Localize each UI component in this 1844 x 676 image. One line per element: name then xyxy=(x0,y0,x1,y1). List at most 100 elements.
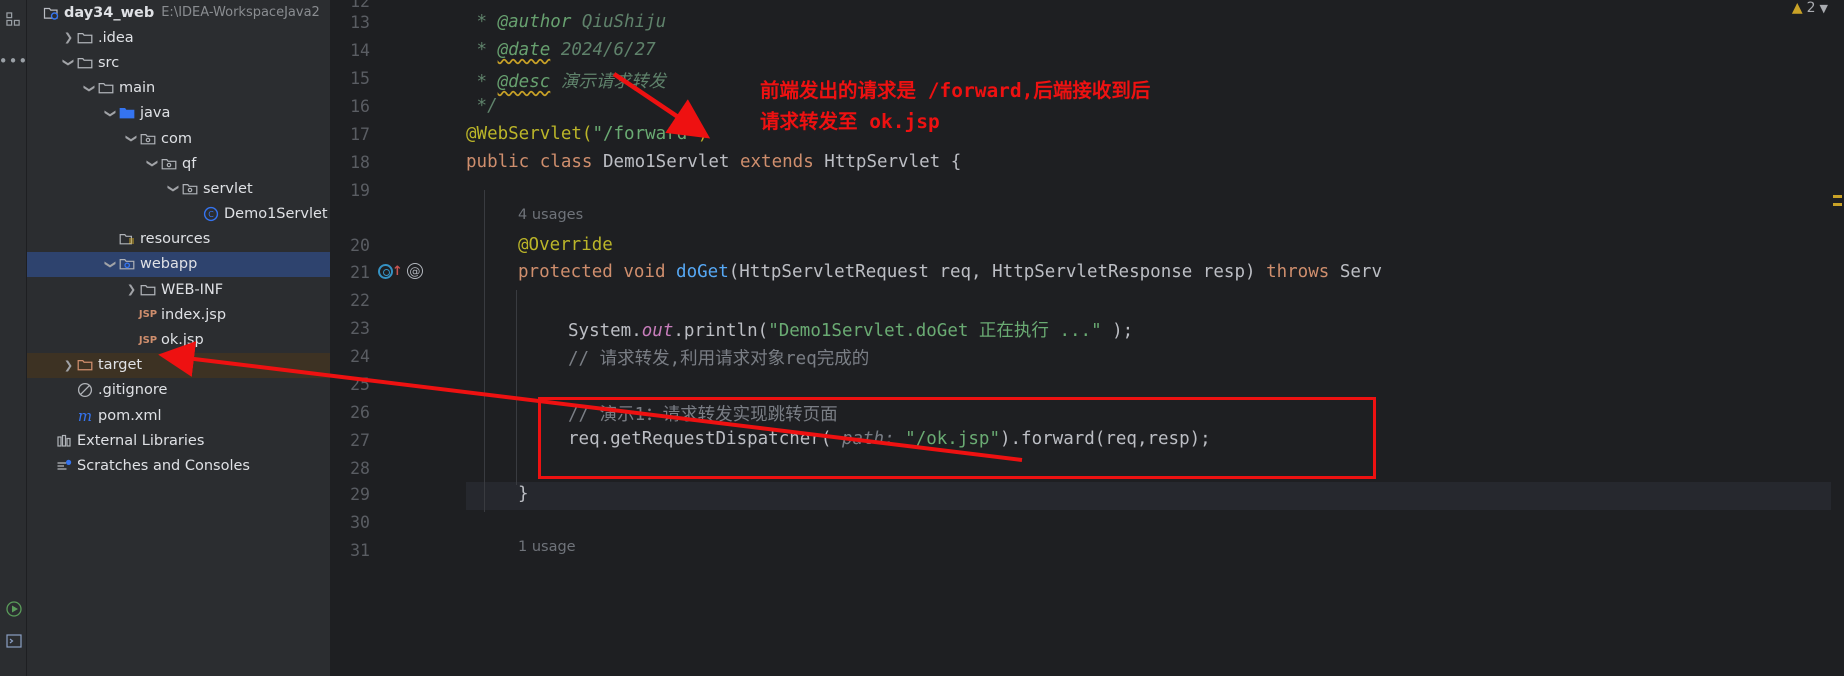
code-content[interactable]: * @author QiuShiju * @date 2024/6/27 * @… xyxy=(466,0,1844,676)
chevron-down-icon[interactable]: ❯ xyxy=(146,157,159,170)
tree-item-label: WEB-INF xyxy=(161,281,224,298)
gutter-icons-line-21[interactable]: ↑ @ xyxy=(378,263,423,279)
package-icon xyxy=(138,131,158,147)
tree-item-label: java xyxy=(140,105,171,122)
run-icon[interactable] xyxy=(0,596,27,622)
open-brace: { xyxy=(950,152,962,172)
out-field: out xyxy=(641,321,674,341)
tree-row-qf[interactable]: ❯ qf xyxy=(27,151,330,176)
tree-row-ok-jsp[interactable]: JSP ok.jsp xyxy=(27,327,330,352)
excluded-folder-icon xyxy=(75,357,95,373)
inspection-strip[interactable] xyxy=(1831,0,1844,676)
chevron-right-icon[interactable]: ❯ xyxy=(62,360,75,371)
folder-icon xyxy=(96,80,116,96)
code-line-24: // 请求转发,利用请求对象req完成的 xyxy=(568,345,869,370)
usage-hint-1-usage[interactable]: 1 usage xyxy=(518,539,576,555)
tree-row-project-root[interactable]: day34_web E:\IDEA-WorkspaceJava2 xyxy=(27,0,330,25)
folder-icon xyxy=(75,30,95,46)
code-line-20: @Override xyxy=(518,235,613,255)
override-arrow-icon: ↑ xyxy=(392,263,403,279)
overriding-method-icon[interactable] xyxy=(378,263,393,279)
forward-call-tail: ).forward(req,resp); xyxy=(999,429,1211,449)
kw-class: class xyxy=(539,152,593,172)
tree-item-label: ok.jsp xyxy=(161,332,204,349)
line-number: 28 xyxy=(350,459,370,478)
chevron-down-icon[interactable]: ❯ xyxy=(83,82,96,95)
code-line-17: @WebServlet("/forward") xyxy=(466,124,708,144)
project-structure-icon[interactable] xyxy=(0,6,27,32)
kw-throws: throws xyxy=(1266,262,1330,282)
tree-row-index-jsp[interactable]: JSP index.jsp xyxy=(27,302,330,327)
tree-row-pom-xml[interactable]: m pom.xml xyxy=(27,403,330,428)
chevron-down-icon[interactable]: ❯ xyxy=(125,132,138,145)
inspection-warning-badge[interactable]: ▲ 2 ▼ xyxy=(1792,0,1828,16)
code-line-16: */ xyxy=(466,96,498,116)
chevron-down-icon[interactable]: ❯ xyxy=(167,182,180,195)
doc-star: * xyxy=(466,40,498,60)
package-icon xyxy=(159,156,179,172)
line-number: 12 xyxy=(350,0,370,11)
chevron-right-icon[interactable]: ❯ xyxy=(62,32,75,43)
chevron-down-icon[interactable]: ❯ xyxy=(62,56,75,69)
tree-item-label: index.jsp xyxy=(161,306,227,323)
doc-tag-date: @date xyxy=(497,40,551,60)
code-line-26: // 演示1：请求转发实现跳转页面 xyxy=(568,401,838,426)
tree-item-label: target xyxy=(98,357,143,374)
throws-type-clipped: Serv xyxy=(1329,262,1382,282)
tree-row-demo1servlet[interactable]: C Demo1Servlet xyxy=(27,202,330,227)
chevron-right-icon[interactable]: ❯ xyxy=(125,284,138,295)
more-tool-windows-icon[interactable]: ••• xyxy=(0,48,27,74)
ide-window: ••• day34_web E:\IDEA-WorkspaceJava2 ❯ .… xyxy=(0,0,1844,676)
editor-gutter[interactable]: 12 13 14 15 16 17 18 19 20 21 22 23 24 2… xyxy=(330,0,466,676)
annotation-marker-icon[interactable]: @ xyxy=(406,263,423,279)
jsp-icon: JSP xyxy=(138,334,158,346)
project-tree-panel[interactable]: day34_web E:\IDEA-WorkspaceJava2 ❯ .idea ❯… xyxy=(27,0,330,676)
chevron-down-icon[interactable]: ❯ xyxy=(104,107,117,120)
package-icon xyxy=(180,181,200,197)
tree-row-src[interactable]: ❯ src xyxy=(27,50,330,75)
doc-tag-author: @author xyxy=(497,12,572,32)
libraries-icon xyxy=(54,433,74,449)
kw-public: public xyxy=(466,152,530,172)
tree-item-label: servlet xyxy=(203,180,253,197)
inspection-mark[interactable] xyxy=(1833,195,1842,198)
jsp-icon: JSP xyxy=(138,309,158,321)
tree-item-label: resources xyxy=(140,231,211,248)
tree-row-web-inf[interactable]: ❯ WEB-INF xyxy=(27,277,330,302)
tree-row-com[interactable]: ❯ com xyxy=(27,126,330,151)
println-call: .println( xyxy=(673,321,769,341)
line-number: 25 xyxy=(350,375,370,394)
tree-item-label: qf xyxy=(182,155,197,172)
inspection-mark[interactable] xyxy=(1833,203,1842,206)
tree-row-scratches-and-consoles[interactable]: Scratches and Consoles xyxy=(27,453,330,478)
request-dispatcher-call: req.getRequestDispatcher( xyxy=(568,429,832,449)
tree-row-resources[interactable]: resources xyxy=(27,227,330,252)
tree-row-main[interactable]: ❯ main xyxy=(27,76,330,101)
code-line-14: * @date 2024/6/27 xyxy=(466,40,656,60)
tree-row--gitignore[interactable]: .gitignore xyxy=(27,378,330,403)
project-root-label: day34_web xyxy=(64,4,155,21)
line-number: 20 xyxy=(350,236,370,255)
tree-row-servlet[interactable]: ❯ servlet xyxy=(27,176,330,201)
doc-tag-desc: @desc xyxy=(497,72,551,92)
line-number: 27 xyxy=(350,431,370,450)
chevron-down-icon[interactable]: ▼ xyxy=(1820,2,1828,15)
tree-row-target[interactable]: ❯ target xyxy=(27,352,330,378)
close-brace: } xyxy=(518,484,529,504)
method-name-doget: doGet xyxy=(676,262,729,282)
tree-row-java[interactable]: ❯ java xyxy=(27,101,330,126)
tree-row--idea[interactable]: ❯ .idea xyxy=(27,25,330,50)
comment-forward-explain: // 请求转发,利用请求对象req完成的 xyxy=(568,349,870,369)
doc-star: * xyxy=(466,12,498,32)
java-class-icon: C xyxy=(201,206,221,222)
tree-row-external-libraries[interactable]: External Libraries xyxy=(27,428,330,453)
chevron-down-icon[interactable]: ❯ xyxy=(104,258,117,271)
terminal-icon[interactable] xyxy=(0,628,27,654)
line-number: 18 xyxy=(350,153,370,172)
kw-extends: extends xyxy=(739,152,814,172)
line-number: 26 xyxy=(350,403,370,422)
line-number: 14 xyxy=(350,41,370,60)
usage-hint-4-usages[interactable]: 4 usages xyxy=(518,207,583,223)
tree-item-label: pom.xml xyxy=(98,407,162,424)
tree-row-webapp[interactable]: ❯ webapp xyxy=(27,251,330,278)
